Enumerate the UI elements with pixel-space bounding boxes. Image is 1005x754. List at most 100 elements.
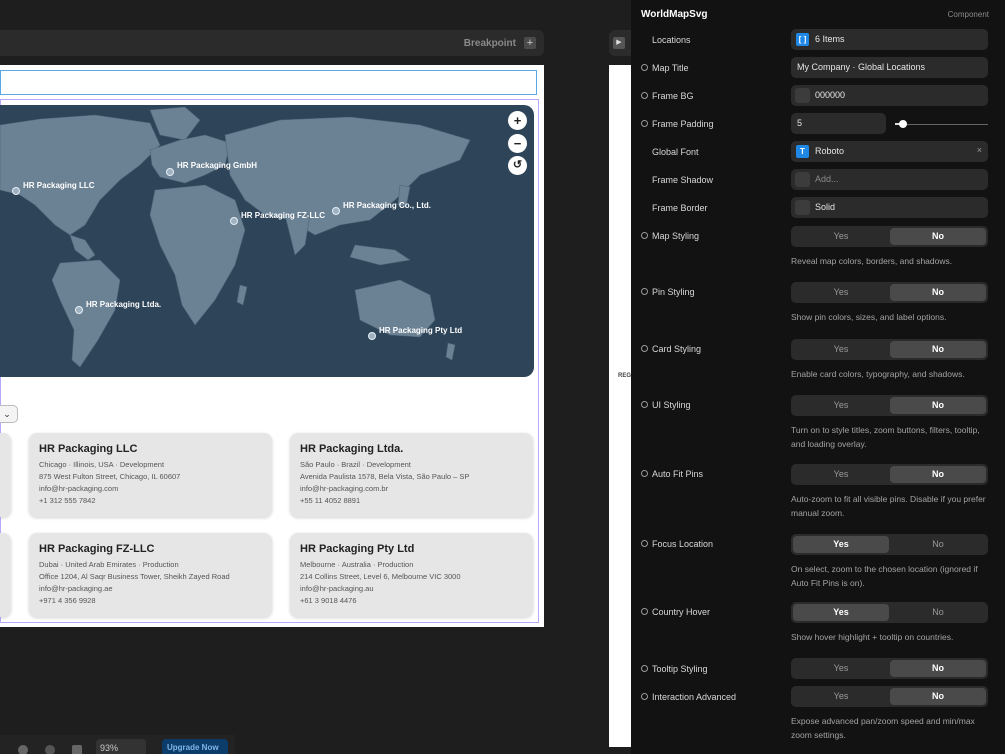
reset-view-button[interactable]: ↺ <box>508 156 527 175</box>
toggle-no[interactable]: No <box>890 466 986 483</box>
upgrade-button[interactable]: Upgrade Now <box>162 739 228 754</box>
country-hover-toggle[interactable]: Yes No <box>791 602 988 623</box>
toggle-yes[interactable]: Yes <box>793 228 889 245</box>
zoom-level[interactable]: 93% <box>96 739 146 754</box>
frame-bg-color-field[interactable]: 000000 <box>791 85 988 106</box>
variable-dot-icon[interactable] <box>641 540 648 547</box>
canvas-frame: + − ↺ HR Packaging LLC HR Packaging GmbH… <box>0 65 544 627</box>
breakpoint-label: Breakpoint <box>463 38 516 49</box>
interaction-advanced-toggle[interactable]: Yes No <box>791 686 988 707</box>
prop-label-pin-styling: Pin Styling <box>652 287 695 297</box>
help-text: Reveal map colors, borders, and shadows. <box>791 256 953 266</box>
variable-dot-icon[interactable] <box>641 120 648 127</box>
locations-field[interactable]: [ ] 6 Items <box>791 29 988 50</box>
variable-dot-icon[interactable] <box>641 401 648 408</box>
card-title: HR Packaging Ltda. <box>300 443 404 455</box>
clear-font-button[interactable]: × <box>977 145 982 155</box>
prop-label-ui-styling: UI Styling <box>652 400 691 410</box>
toggle-no[interactable]: No <box>890 228 986 245</box>
toggle-yes[interactable]: Yes <box>793 604 889 621</box>
component-type: Component <box>947 10 989 19</box>
variable-dot-icon[interactable] <box>641 470 648 477</box>
frame-padding-slider-track[interactable] <box>895 124 988 125</box>
card-email: info@hr-packaging.au <box>300 584 374 593</box>
card-phone: +61 3 9018 4476 <box>300 596 357 605</box>
location-card[interactable]: HR Packaging FZ-LLC Dubai · United Arab … <box>29 533 272 617</box>
card-email: info@hr-packaging.com <box>39 484 119 493</box>
play-icon[interactable]: ▶ <box>613 37 625 49</box>
frame-shadow-placeholder: Add... <box>815 174 839 184</box>
help-text: Show hover highlight + tooltip on countr… <box>791 632 954 642</box>
variable-dot-icon[interactable] <box>641 608 648 615</box>
toggle-yes[interactable]: Yes <box>793 397 889 414</box>
prop-label-global-font: Global Font <box>652 147 699 157</box>
frame-border-field[interactable]: Solid <box>791 197 988 218</box>
variable-dot-icon[interactable] <box>641 288 648 295</box>
prop-label-card-styling: Card Styling <box>652 344 702 354</box>
variable-dot-icon[interactable] <box>641 665 648 672</box>
frame-padding-input[interactable]: 5 <box>791 113 886 134</box>
frame-border-value: Solid <box>815 202 836 212</box>
panel-header: WorldMapSvg Component <box>631 0 1005 28</box>
map-pin-label: HR Packaging Pty Ltd <box>379 326 463 335</box>
map-pin[interactable] <box>75 306 83 314</box>
focus-location-toggle[interactable]: Yes No <box>791 534 988 555</box>
help-text: Enable card colors, typography, and shad… <box>791 369 965 379</box>
frame-shadow-field[interactable]: Add... <box>791 169 988 190</box>
variable-dot-icon[interactable] <box>641 64 648 71</box>
toggle-no[interactable]: No <box>890 536 986 553</box>
map-pin[interactable] <box>166 168 174 176</box>
toggle-no[interactable]: No <box>890 341 986 358</box>
toggle-no[interactable]: No <box>890 660 986 677</box>
add-breakpoint-button[interactable]: + <box>524 37 536 49</box>
location-filter-select[interactable]: ⌄ <box>0 405 18 423</box>
toggle-no[interactable]: No <box>890 604 986 621</box>
secondary-viewport: ▶ REG <box>609 30 631 754</box>
properties-panel: WorldMapSvg Component Locations [ ] 6 It… <box>631 0 1005 754</box>
prop-label-frame-border: Frame Border <box>652 203 708 213</box>
card-styling-toggle[interactable]: Yes No <box>791 339 988 360</box>
map-pin[interactable] <box>230 217 238 225</box>
sun-icon[interactable] <box>45 745 55 754</box>
variable-dot-icon[interactable] <box>641 92 648 99</box>
toggle-yes[interactable]: Yes <box>793 341 889 358</box>
prop-label-country-hover: Country Hover <box>652 607 711 617</box>
map-pin[interactable] <box>368 332 376 340</box>
component-name: WorldMapSvg <box>641 9 708 20</box>
location-card[interactable]: HR Packaging Pty Ltd Melbourne · Austral… <box>290 533 533 617</box>
world-map[interactable]: + − ↺ HR Packaging LLC HR Packaging GmbH… <box>0 105 534 377</box>
help-text: Show pin colors, sizes, and label option… <box>791 312 947 322</box>
toggle-no[interactable]: No <box>890 284 986 301</box>
device-icon[interactable] <box>72 745 82 754</box>
toggle-yes[interactable]: Yes <box>793 466 889 483</box>
shadow-swatch <box>795 172 810 187</box>
toggle-yes[interactable]: Yes <box>793 284 889 301</box>
map-styling-toggle[interactable]: Yes No <box>791 226 988 247</box>
toggle-yes[interactable]: Yes <box>793 688 889 705</box>
moon-icon[interactable] <box>18 745 28 754</box>
pin-styling-toggle[interactable]: Yes No <box>791 282 988 303</box>
prop-label-frame-padding: Frame Padding <box>652 119 714 129</box>
location-card[interactable]: HR Packaging Ltda. São Paulo · Brazil · … <box>290 433 533 517</box>
zoom-out-button[interactable]: − <box>508 134 527 153</box>
variable-dot-icon[interactable] <box>641 693 648 700</box>
zoom-in-button[interactable]: + <box>508 111 527 130</box>
map-pin[interactable] <box>12 187 20 195</box>
toggle-yes[interactable]: Yes <box>793 660 889 677</box>
ui-styling-toggle[interactable]: Yes No <box>791 395 988 416</box>
help-text: Turn on to style titles, zoom buttons, f… <box>791 425 980 449</box>
variable-dot-icon[interactable] <box>641 345 648 352</box>
frame-padding-slider-thumb[interactable] <box>899 120 907 128</box>
auto-fit-pins-toggle[interactable]: Yes No <box>791 464 988 485</box>
toggle-no[interactable]: No <box>890 688 986 705</box>
tooltip-styling-toggle[interactable]: Yes No <box>791 658 988 679</box>
location-card[interactable]: HR Packaging LLC Chicago · Illinois, USA… <box>29 433 272 517</box>
global-font-field[interactable]: T Roboto × <box>791 141 988 162</box>
toggle-yes[interactable]: Yes <box>793 536 889 553</box>
card-meta: Dubai · United Arab Emirates · Productio… <box>39 560 179 569</box>
map-title-input[interactable]: My Company · Global Locations <box>791 57 988 78</box>
variable-dot-icon[interactable] <box>641 232 648 239</box>
toggle-no[interactable]: No <box>890 397 986 414</box>
prop-label-map-title: Map Title <box>652 63 689 73</box>
map-pin[interactable] <box>332 207 340 215</box>
